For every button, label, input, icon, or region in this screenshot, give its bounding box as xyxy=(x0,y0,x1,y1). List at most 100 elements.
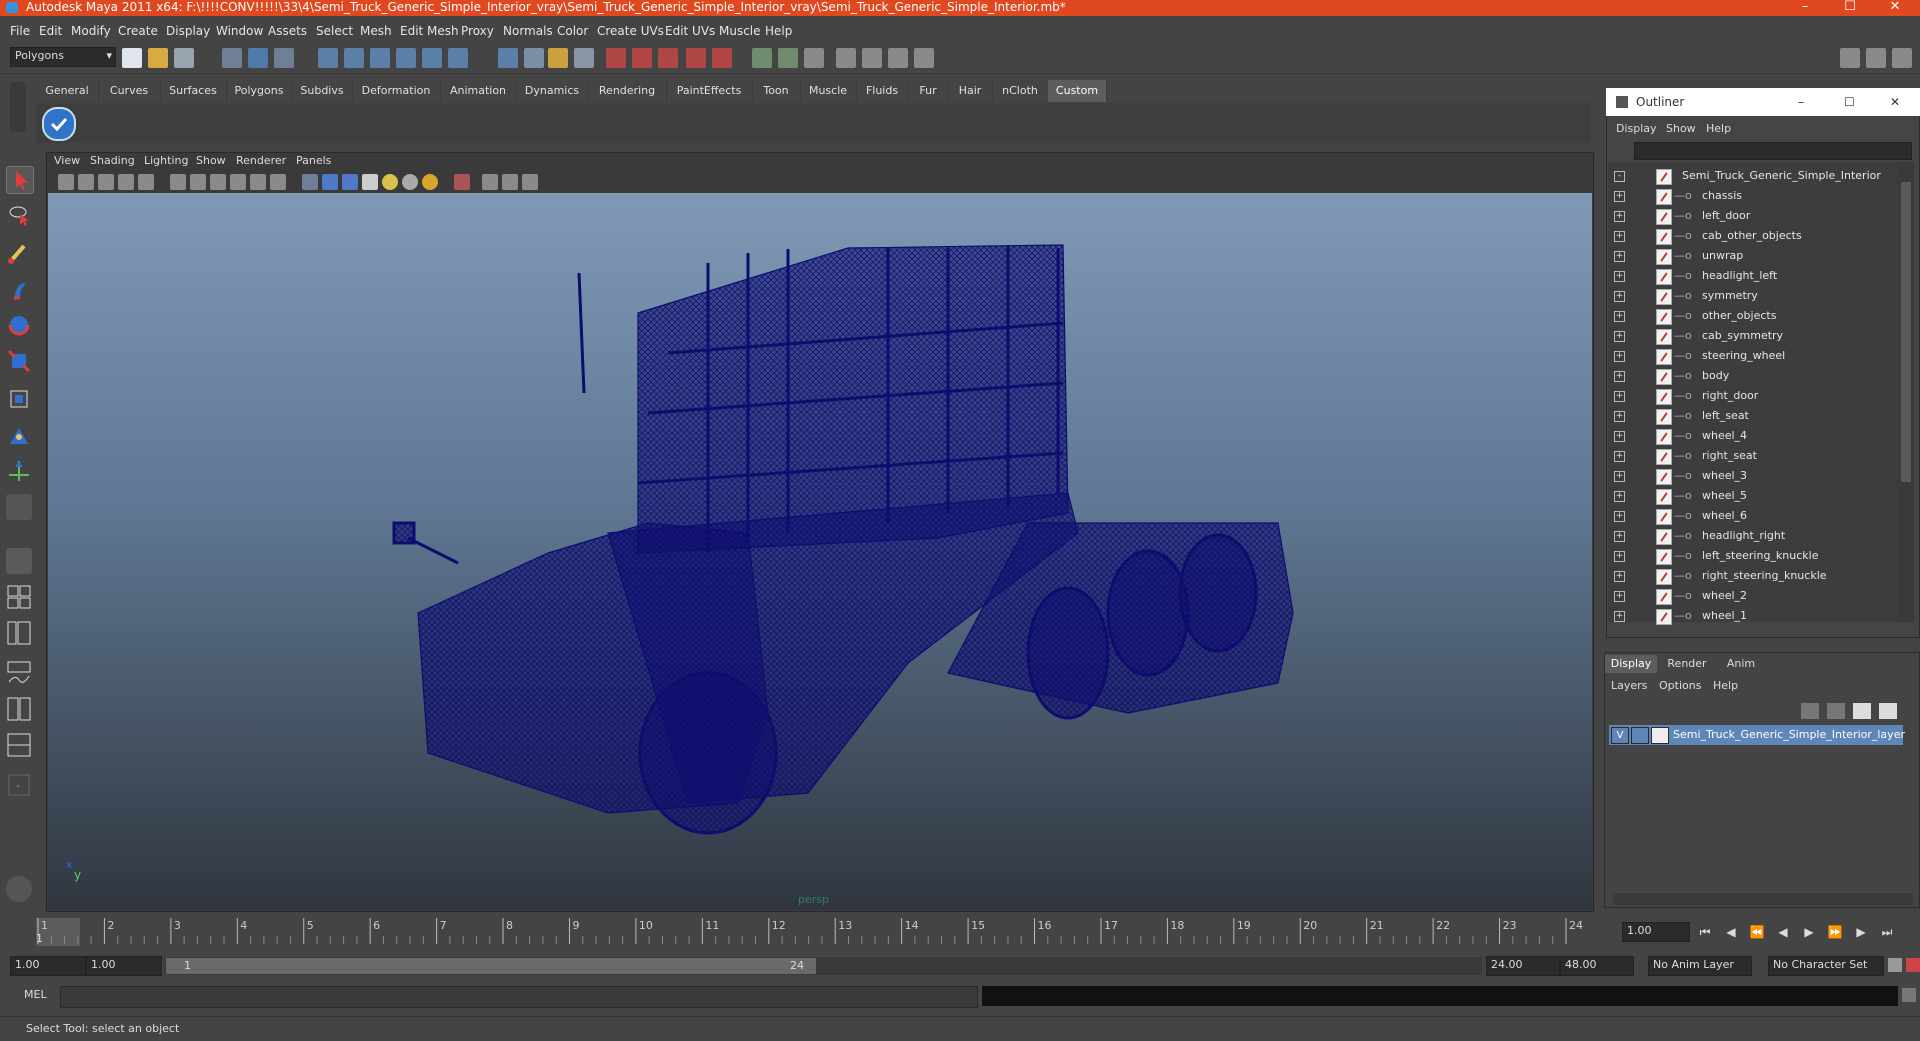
uv-persp-layout-icon[interactable] xyxy=(6,732,32,758)
outliner-item[interactable]: + —o wheel_2 xyxy=(1606,586,1896,606)
animation-preferences-icon[interactable] xyxy=(1906,958,1920,972)
viewport-menu-lighting[interactable]: Lighting xyxy=(144,154,188,167)
rotate-tool-icon[interactable] xyxy=(6,312,32,338)
select-object-icon[interactable] xyxy=(248,48,268,68)
close-icon[interactable]: ✕ xyxy=(1890,88,1900,116)
expand-icon[interactable]: + xyxy=(1614,591,1625,602)
script-editor-icon[interactable] xyxy=(1902,988,1916,1002)
outliner-item[interactable]: + —o left_door xyxy=(1606,206,1896,226)
channel-box-toggle-icon[interactable] xyxy=(752,48,772,68)
snap-grid-icon[interactable] xyxy=(318,48,338,68)
shadows-icon[interactable] xyxy=(402,174,418,190)
menu-window[interactable]: Window xyxy=(216,24,263,38)
expand-icon[interactable]: + xyxy=(1614,311,1625,322)
snap-point-icon[interactable] xyxy=(370,48,390,68)
new-scene-icon[interactable] xyxy=(122,48,142,68)
panel-layout-four-icon[interactable] xyxy=(888,48,908,68)
command-language-label[interactable]: MEL xyxy=(24,988,47,1001)
step-forward-key-icon[interactable]: ⏩ xyxy=(1826,924,1844,940)
step-forward-frame-icon[interactable]: ▶ xyxy=(1852,924,1870,940)
attribute-editor-toggle-icon[interactable] xyxy=(778,48,798,68)
menu-muscle[interactable]: Muscle xyxy=(719,24,761,38)
camera-attributes-icon[interactable] xyxy=(78,174,94,190)
show-manipulator-icon[interactable] xyxy=(6,458,32,484)
expand-icon[interactable]: + xyxy=(1614,351,1625,362)
attribute-editor-icon[interactable] xyxy=(1892,48,1912,68)
four-view-layout-icon[interactable] xyxy=(6,584,32,610)
menu-create[interactable]: Create xyxy=(118,24,158,38)
expand-icon[interactable]: + xyxy=(1614,551,1625,562)
menu-mesh[interactable]: Mesh xyxy=(360,24,392,38)
outliner-item[interactable]: + —o wheel_1 xyxy=(1606,606,1896,626)
tab-surfaces[interactable]: Surfaces xyxy=(160,80,227,102)
tab-ncloth[interactable]: nCloth xyxy=(992,80,1049,102)
outliner-item[interactable]: + —o wheel_5 xyxy=(1606,486,1896,506)
film-gate-icon[interactable] xyxy=(170,174,186,190)
move-up-layer-icon[interactable] xyxy=(1853,703,1871,719)
outliner-item[interactable]: + —o cab_symmetry xyxy=(1606,326,1896,346)
range-end-field[interactable]: 48.00 xyxy=(1560,956,1634,976)
viewport-menu-show[interactable]: Show xyxy=(196,154,226,167)
use-all-lights-icon[interactable] xyxy=(382,174,398,190)
single-perspective-layout-icon[interactable] xyxy=(6,548,32,574)
play-forwards-icon[interactable]: ▶ xyxy=(1800,924,1818,940)
expand-icon[interactable]: + xyxy=(1614,451,1625,462)
panel-layout-icon[interactable] xyxy=(836,48,856,68)
gate-mask-icon[interactable] xyxy=(210,174,226,190)
expand-icon[interactable]: + xyxy=(1614,291,1625,302)
go-to-end-icon[interactable]: ⏭ xyxy=(1878,924,1896,940)
tab-curves[interactable]: Curves xyxy=(98,80,161,102)
select-tool-icon[interactable] xyxy=(6,166,34,194)
auto-key-icon[interactable] xyxy=(1888,958,1902,972)
maximize-icon[interactable]: ☐ xyxy=(1844,88,1855,116)
graph-persp-layout-icon[interactable] xyxy=(6,660,32,686)
menu-help[interactable]: Help xyxy=(765,24,792,38)
menu-file[interactable]: File xyxy=(10,24,30,38)
isolate-select-icon[interactable] xyxy=(454,174,470,190)
input-output-icon[interactable] xyxy=(574,48,594,68)
resolution-gate-icon[interactable] xyxy=(190,174,206,190)
outliner-item[interactable]: + —o cab_other_objects xyxy=(1606,226,1896,246)
channel-box-icon[interactable] xyxy=(1866,48,1886,68)
expand-icon[interactable]: + xyxy=(1614,331,1625,342)
range-slider-bar[interactable] xyxy=(166,958,816,974)
menu-proxy[interactable]: Proxy xyxy=(461,24,494,38)
hypershade-persp-layout-icon[interactable] xyxy=(6,696,32,722)
layer-menu-options[interactable]: Options xyxy=(1659,679,1701,692)
layer-scrollbar[interactable] xyxy=(1613,893,1913,905)
hq-rendering-icon[interactable] xyxy=(422,174,438,190)
perspective-viewport[interactable]: x y persp xyxy=(48,193,1592,910)
menu-normals[interactable]: Normals xyxy=(503,24,553,38)
xray-icon[interactable] xyxy=(482,174,498,190)
tab-toon[interactable]: Toon xyxy=(752,80,801,102)
shelf-grip-icon[interactable] xyxy=(10,82,26,132)
tab-fur[interactable]: Fur xyxy=(908,80,949,102)
tool-settings-toggle-icon[interactable] xyxy=(804,48,824,68)
command-input[interactable] xyxy=(60,986,978,1008)
time-slider-ruler[interactable]: 1 2 3 4 5 6 7 8 9 10 11 12 13 14 15 16 17 18 19 20 21 22 23 24 xyxy=(10,918,1620,946)
go-to-start-icon[interactable]: ⏮ xyxy=(1696,924,1714,940)
minimize-icon[interactable]: – xyxy=(1798,88,1804,116)
menu-color[interactable]: Color xyxy=(557,24,588,38)
tab-muscle[interactable]: Muscle xyxy=(800,80,857,102)
bookmarks-icon[interactable] xyxy=(98,174,114,190)
minimize-icon[interactable]: – xyxy=(1785,0,1825,16)
new-layer-icon[interactable] xyxy=(1801,703,1819,719)
expand-icon[interactable]: + xyxy=(1614,411,1625,422)
collapse-icon[interactable]: - xyxy=(1614,171,1625,182)
outliner-item[interactable]: + —o wheel_3 xyxy=(1606,466,1896,486)
outliner-item[interactable]: + —o left_seat xyxy=(1606,406,1896,426)
render-settings-icon[interactable] xyxy=(658,48,678,68)
step-back-key-icon[interactable]: ⏪ xyxy=(1748,924,1766,940)
save-scene-icon[interactable] xyxy=(174,48,194,68)
ipr-render-icon[interactable] xyxy=(632,48,652,68)
image-plane-icon[interactable] xyxy=(118,174,134,190)
expand-icon[interactable]: + xyxy=(1614,251,1625,262)
truck-wireframe-model[interactable] xyxy=(48,193,1592,910)
character-controls-icon[interactable] xyxy=(6,876,32,902)
character-set-selector[interactable]: No Character Set xyxy=(1768,956,1884,976)
viewport-menu-view[interactable]: View xyxy=(54,154,80,167)
snap-curve-icon[interactable] xyxy=(344,48,364,68)
render-view-icon[interactable] xyxy=(712,48,732,68)
playback-end-field[interactable]: 24.00 xyxy=(1486,956,1560,976)
